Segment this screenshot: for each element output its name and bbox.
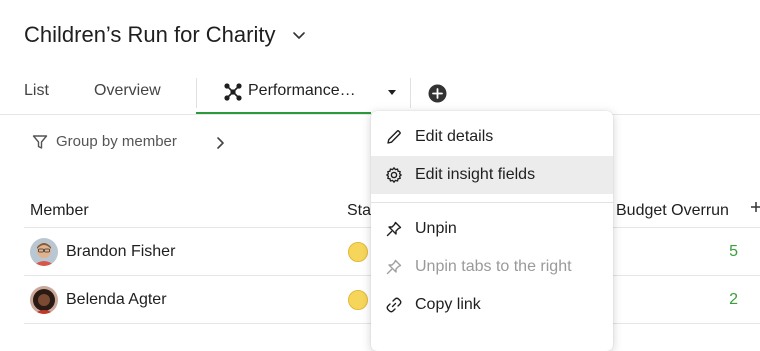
status-indicator[interactable] xyxy=(348,242,368,262)
menu-item-label: Unpin tabs to the right xyxy=(415,258,572,275)
avatar xyxy=(30,286,58,314)
status-indicator[interactable] xyxy=(348,290,368,310)
member-name[interactable]: Belenda Agter xyxy=(66,291,167,309)
tab-context-menu: Edit details Edit insight fields Unpin U… xyxy=(371,111,613,351)
chevron-down-icon[interactable] xyxy=(292,28,306,42)
menu-item-unpin[interactable]: Unpin xyxy=(371,210,613,248)
tab-overview[interactable]: Overview xyxy=(94,82,161,100)
tab-divider xyxy=(196,78,197,108)
menu-item-label: Copy link xyxy=(415,296,481,313)
column-header-member[interactable]: Member xyxy=(30,202,89,220)
tab-list[interactable]: List xyxy=(24,82,49,100)
chevron-right-icon[interactable] xyxy=(214,136,226,150)
column-header-status[interactable]: Sta xyxy=(347,202,371,220)
menu-item-label: Unpin xyxy=(415,220,457,237)
filter-icon xyxy=(32,134,48,149)
budget-overrun-value[interactable]: 5 xyxy=(698,243,738,261)
menu-item-copy-link[interactable]: Copy link xyxy=(371,286,613,324)
menu-item-label: Edit details xyxy=(415,128,494,145)
group-by-button[interactable]: Group by member xyxy=(32,133,177,150)
menu-item-edit-insight-fields[interactable]: Edit insight fields xyxy=(371,156,613,194)
menu-separator xyxy=(371,202,613,203)
tab-divider xyxy=(410,78,411,108)
pencil-icon xyxy=(385,128,403,146)
pin-icon xyxy=(385,220,403,238)
menu-item-label: Edit insight fields xyxy=(415,166,536,183)
link-icon xyxy=(385,296,403,314)
add-tab-icon[interactable] xyxy=(428,84,447,103)
column-header-budget-overrun[interactable]: Budget Overrun xyxy=(616,202,729,220)
caret-down-icon[interactable] xyxy=(386,89,398,97)
menu-item-edit-details[interactable]: Edit details xyxy=(371,118,613,156)
avatar xyxy=(30,238,58,266)
add-column-icon[interactable] xyxy=(750,201,760,213)
network-icon xyxy=(224,83,242,101)
group-by-label: Group by member xyxy=(56,133,177,150)
gear-icon xyxy=(385,166,403,184)
menu-item-unpin-tabs-right[interactable]: Unpin tabs to the right xyxy=(371,248,613,286)
project-title[interactable]: Children’s Run for Charity xyxy=(24,22,275,48)
budget-overrun-value[interactable]: 2 xyxy=(698,291,738,309)
pin-icon xyxy=(385,258,403,276)
member-name[interactable]: Brandon Fisher xyxy=(66,243,175,261)
tab-performance[interactable]: Performance… xyxy=(248,82,356,100)
